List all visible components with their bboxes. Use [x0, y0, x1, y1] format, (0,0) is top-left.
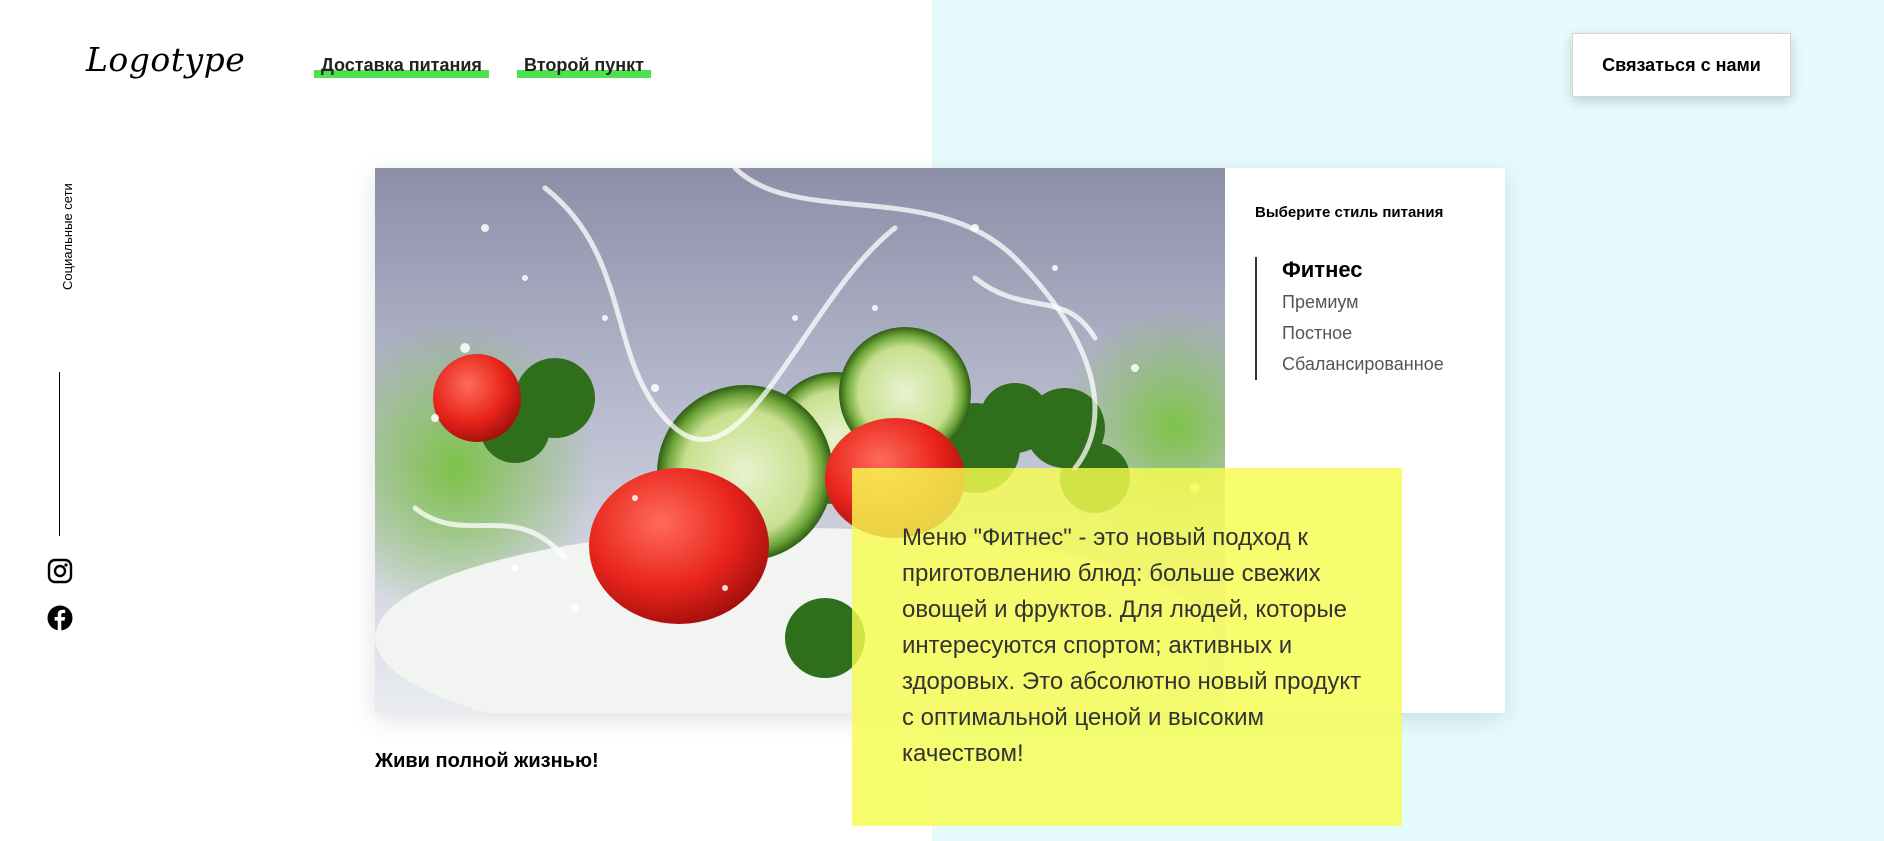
- contact-button[interactable]: Связаться с нами: [1572, 33, 1791, 97]
- facebook-icon[interactable]: [47, 605, 73, 631]
- instagram-icon[interactable]: [47, 558, 73, 584]
- diet-option-lenten[interactable]: Постное: [1282, 318, 1485, 349]
- diet-selector: Выберите стиль питания Фитнес Премиум По…: [1255, 204, 1485, 380]
- nav-link-second[interactable]: Второй пункт: [517, 56, 651, 78]
- description-text: Меню "Фитнес" - это новый подход к приго…: [902, 524, 1362, 767]
- diet-option-premium[interactable]: Премиум: [1282, 287, 1485, 318]
- social-label: Социальные сети: [60, 183, 75, 290]
- diet-heading: Выберите стиль питания: [1255, 204, 1444, 221]
- nav-link-delivery[interactable]: Доставка питания: [314, 56, 489, 78]
- tagline: Живи полной жизнью!: [375, 750, 599, 772]
- diet-option-balanced[interactable]: Сбалансированное: [1282, 349, 1485, 380]
- diet-options-list: Фитнес Премиум Постное Сбалансированное: [1255, 257, 1485, 380]
- diet-option-fitness[interactable]: Фитнес: [1282, 257, 1485, 283]
- social-divider: [59, 372, 60, 536]
- logo[interactable]: Logotype: [86, 40, 245, 79]
- description-box: Меню "Фитнес" - это новый подход к приго…: [852, 468, 1402, 826]
